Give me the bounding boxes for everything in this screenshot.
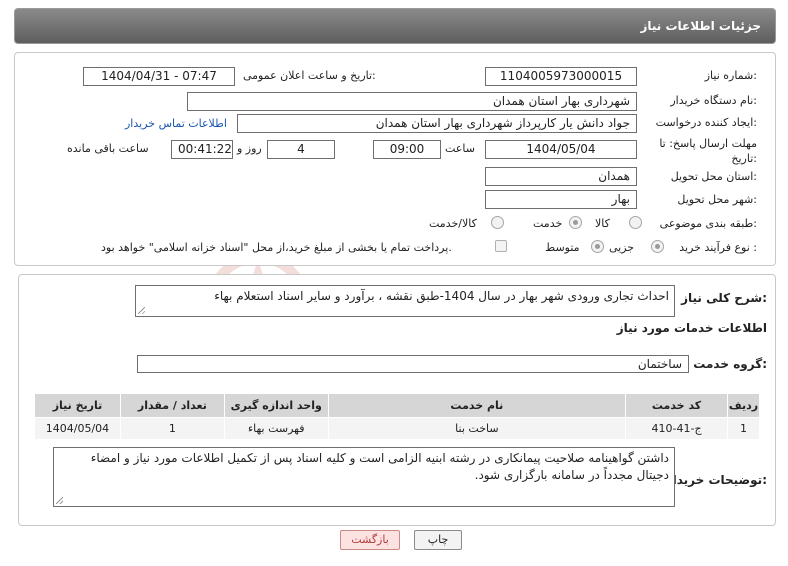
treasury-payment-checkbox[interactable] [495,240,507,252]
buyer-contact-link[interactable]: اطلاعات تماس خریدار [125,117,227,130]
cell-service-name: ساخت بنا [327,417,627,440]
category-radio-service[interactable] [569,216,582,229]
buyer-notes-textarea[interactable]: داشتن گواهینامه صلاحیت پیمانکاری در رشته… [53,447,675,507]
col-row-number: ردیف [726,393,761,418]
remaining-days-field[interactable]: 4 [267,140,335,159]
buyer-org-field[interactable]: شهرداری بهار استان همدان [187,92,637,111]
city-field[interactable]: بهار [485,190,637,209]
deadline-label-line2: تاریخ: [731,152,757,165]
cell-row-number: 1 [726,417,761,440]
services-table: تاریخ نیاز تعداد / مقدار واحد اندازه گیر… [34,393,761,440]
process-option-medium: متوسط [545,241,580,254]
category-option-goods-service: کالا/خدمت [429,217,477,230]
category-option-goods: کالا [595,217,610,230]
col-unit: واحد اندازه گیری [223,393,329,418]
process-option-minor: جزیی [609,241,635,254]
table-row[interactable]: 1404/05/04 1 فهرست بهاء ساخت بنا ج-41-41… [34,417,761,440]
need-summary-label: شرح کلی نیاز: [681,291,767,305]
print-button[interactable]: چاپ [414,530,462,550]
city-label: شهر محل تحویل: [677,193,757,206]
process-label: نوع فرآیند خرید : [679,241,757,254]
table-header-row: تاریخ نیاز تعداد / مقدار واحد اندازه گیر… [34,393,761,418]
col-service-name: نام خدمت [327,393,627,418]
announce-datetime-field[interactable]: 1404/04/31 - 07:47 [83,67,235,86]
deadline-time-label: ساعت [445,142,475,155]
buyer-notes-text: داشتن گواهینامه صلاحیت پیمانکاری در رشته… [90,451,669,482]
service-group-label: گروه خدمت: [693,357,767,371]
deadline-label-line1: مهلت ارسال پاسخ: تا [659,137,757,150]
col-need-date: تاریخ نیاز [34,393,121,418]
buyer-notes-label: توضیحات خریدار: [665,473,767,487]
cell-service-code: ج-41-410 [625,417,728,440]
back-button[interactable]: بازگشت [340,530,400,550]
deadline-time-field[interactable]: 09:00 [373,140,441,159]
remaining-time-label: ساعت باقی مانده [67,142,149,155]
page-header: جزئیات اطلاعات نیاز [14,8,776,44]
need-details-panel: شرح کلی نیاز: احداث تجاری ورودی شهر بهار… [18,274,776,526]
need-summary-textarea[interactable]: احداث تجاری ورودی شهر بهار در سال 1404-ط… [135,285,675,317]
category-radio-goods-service[interactable] [491,216,504,229]
requester-field[interactable]: جواد دانش یار کارپرداز شهرداری بهار استا… [237,114,637,133]
province-label: استان محل تحویل: [670,170,757,183]
province-field[interactable]: همدان [485,167,637,186]
remaining-time-field[interactable]: 00:41:22 [171,140,233,159]
process-radio-minor[interactable] [651,240,664,253]
need-number-label: شماره نیاز: [704,69,757,82]
need-number-field[interactable]: 1104005973000015 [485,67,637,86]
remaining-days-label: روز و [237,142,262,155]
page-title: جزئیات اطلاعات نیاز [640,19,761,33]
deadline-date-field[interactable]: 1404/05/04 [485,140,637,159]
service-group-field[interactable]: ساختمان [137,355,689,373]
resize-grip-icon[interactable] [56,497,63,504]
resize-grip-icon[interactable] [138,307,145,314]
need-summary-text: احداث تجاری ورودی شهر بهار در سال 1404-ط… [214,289,669,303]
cell-need-date: 1404/05/04 [34,417,121,440]
requester-label: ایجاد کننده درخواست: [655,116,757,129]
cell-quantity: 1 [119,417,225,440]
buyer-org-label: نام دستگاه خریدار: [670,94,757,107]
process-radio-medium[interactable] [591,240,604,253]
category-label: طبقه بندی موضوعی: [659,217,757,230]
category-radio-goods[interactable] [629,216,642,229]
cell-unit: فهرست بهاء [223,417,329,440]
request-info-panel: شماره نیاز: 1104005973000015 تاریخ و ساع… [14,52,776,266]
treasury-payment-note: پرداخت تمام یا بخشی از مبلغ خرید،از محل … [101,241,452,254]
services-section-title: اطلاعات خدمات مورد نیاز [616,321,767,335]
col-quantity: تعداد / مقدار [119,393,225,418]
category-option-service: خدمت [533,217,563,230]
col-service-code: کد خدمت [625,393,728,418]
announce-datetime-label: تاریخ و ساعت اعلان عمومی: [243,69,376,82]
